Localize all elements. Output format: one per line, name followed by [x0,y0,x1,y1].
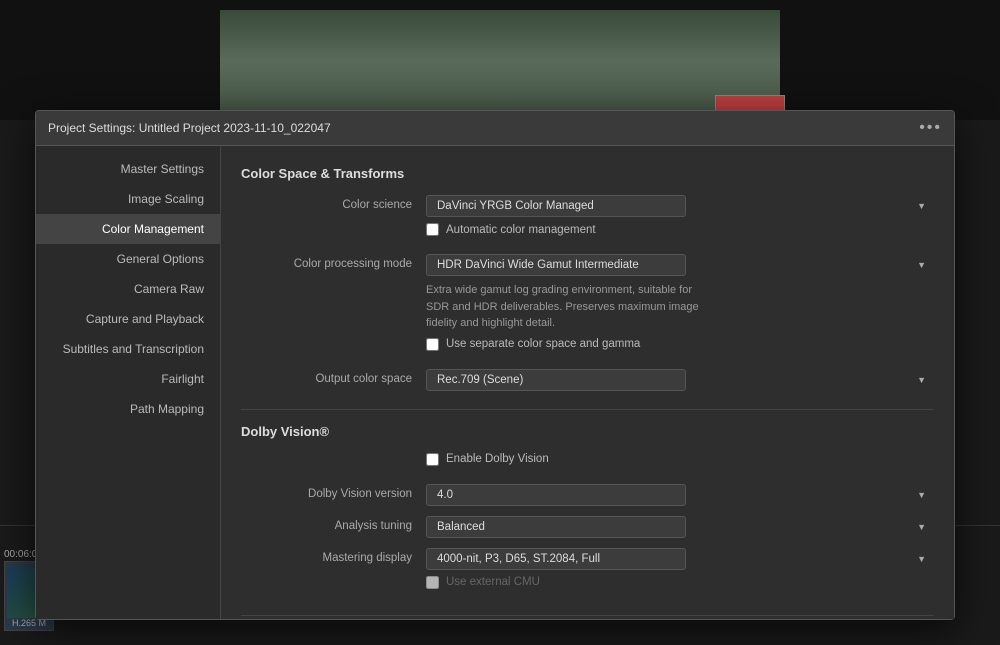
output-color-dropdown[interactable]: Rec.709 (Scene)Rec.709P3 D65Rec.2020 [426,369,686,391]
dolby-version-control: 4.02.9 [426,484,934,506]
color-science-row: Color science DaVinci YRGB Color Managed… [241,195,934,244]
sidebar-item-master-settings[interactable]: Master Settings [36,154,220,184]
output-color-control: Rec.709 (Scene)Rec.709P3 D65Rec.2020 [426,369,934,391]
dolby-vision-section: Dolby Vision® Enable Dolby Vision Dolby … [241,424,934,597]
analysis-tuning-row: Analysis tuning BalancedCreativeDistribu… [241,516,934,538]
sidebar-item-general-options[interactable]: General Options [36,244,220,274]
dialog-titlebar: Project Settings: Untitled Project 2023-… [36,111,954,146]
color-processing-dropdown[interactable]: HDR DaVinci Wide Gamut IntermediateDaVin… [426,254,686,276]
project-settings-dialog: Project Settings: Untitled Project 2023-… [35,110,955,620]
sidebar-item-camera-raw[interactable]: Camera Raw [36,274,220,304]
output-color-dropdown-wrapper: Rec.709 (Scene)Rec.709P3 D65Rec.2020 [426,369,934,391]
mastering-display-row: Mastering display 4000-nit, P3, D65, ST.… [241,548,934,597]
use-separate-label: Use separate color space and gamma [446,338,640,350]
mastering-display-dropdown[interactable]: 4000-nit, P3, D65, ST.2084, Full1000-nit… [426,548,686,570]
sidebar-item-capture-playback[interactable]: Capture and Playback [36,304,220,334]
color-processing-row: Color processing mode HDR DaVinci Wide G… [241,254,934,359]
color-space-section: Color Space & Transforms Color science D… [241,166,934,391]
color-processing-control: HDR DaVinci Wide Gamut IntermediateDaVin… [426,254,934,359]
dolby-version-dropdown[interactable]: 4.02.9 [426,484,686,506]
dialog-menu-button[interactable]: ••• [919,119,942,137]
dolby-version-row: Dolby Vision version 4.02.9 [241,484,934,506]
section-divider-2 [241,615,934,616]
output-color-row: Output color space Rec.709 (Scene)Rec.70… [241,369,934,391]
color-science-dropdown[interactable]: DaVinci YRGB Color ManagedDaVinci YRGBDa… [426,195,686,217]
background-top [0,0,1000,120]
enable-dolby-label: Enable Dolby Vision [446,453,549,465]
sidebar-item-path-mapping[interactable]: Path Mapping [36,394,220,424]
sidebar-item-fairlight[interactable]: Fairlight [36,364,220,394]
enable-dolby-checkbox[interactable] [426,453,439,466]
external-cmu-label: Use external CMU [446,576,540,588]
analysis-tuning-dropdown-wrapper: BalancedCreativeDistribution [426,516,934,538]
color-space-header: Color Space & Transforms [241,166,934,181]
dolby-version-dropdown-wrapper: 4.02.9 [426,484,934,506]
enable-dolby-control: Enable Dolby Vision [426,453,934,474]
dolby-version-label: Dolby Vision version [241,484,426,500]
video-preview [220,10,780,110]
auto-color-row: Automatic color management [426,223,934,236]
enable-dolby-label-spacer [241,453,426,457]
enable-dolby-row: Enable Dolby Vision [241,453,934,474]
auto-color-checkbox[interactable] [426,223,439,236]
mastering-display-control: 4000-nit, P3, D65, ST.2084, Full1000-nit… [426,548,934,597]
color-processing-label: Color processing mode [241,254,426,270]
color-processing-dropdown-wrapper: HDR DaVinci Wide Gamut IntermediateDaVin… [426,254,934,276]
analysis-tuning-control: BalancedCreativeDistribution [426,516,934,538]
external-cmu-row: Use external CMU [426,576,934,589]
output-color-label: Output color space [241,369,426,385]
sidebar-item-image-scaling[interactable]: Image Scaling [36,184,220,214]
dialog-title: Project Settings: Untitled Project 2023-… [48,121,331,135]
auto-color-label: Automatic color management [446,224,596,236]
dolby-vision-header: Dolby Vision® [241,424,934,439]
mastering-display-label: Mastering display [241,548,426,564]
color-science-dropdown-wrapper: DaVinci YRGB Color ManagedDaVinci YRGBDa… [426,195,934,217]
analysis-tuning-dropdown[interactable]: BalancedCreativeDistribution [426,516,686,538]
sidebar-nav: Master Settings Image Scaling Color Mana… [36,146,221,619]
color-science-label: Color science [241,195,426,211]
use-separate-row: Use separate color space and gamma [426,338,934,351]
sidebar-item-color-management[interactable]: Color Management [36,214,220,244]
sidebar-item-subtitles[interactable]: Subtitles and Transcription [36,334,220,364]
enable-dolby-checkbox-row: Enable Dolby Vision [426,453,934,466]
mastering-display-dropdown-wrapper: 4000-nit, P3, D65, ST.2084, Full1000-nit… [426,548,934,570]
main-content-area: Color Space & Transforms Color science D… [221,146,954,619]
dialog-body: Master Settings Image Scaling Color Mana… [36,146,954,619]
color-processing-description: Extra wide gamut log grading environment… [426,282,706,332]
external-cmu-checkbox[interactable] [426,576,439,589]
use-separate-checkbox[interactable] [426,338,439,351]
analysis-tuning-label: Analysis tuning [241,516,426,532]
section-divider-1 [241,409,934,410]
color-science-control: DaVinci YRGB Color ManagedDaVinci YRGBDa… [426,195,934,244]
